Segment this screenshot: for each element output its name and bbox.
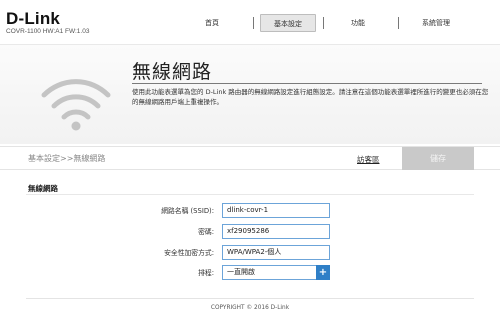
model-info: COVR-1100 HW:A1 FW:1.03 bbox=[6, 28, 90, 35]
section-title: 無線網路 bbox=[28, 184, 58, 193]
schedule-select-value: 一直開啟 bbox=[227, 268, 255, 276]
guest-zone-link[interactable]: 訪客區 bbox=[357, 154, 380, 165]
page-banner: 無線網路 使用此功能表選單為您的 D-Link 路由器的無線網路設定進行組態設定… bbox=[0, 44, 500, 144]
page-title: 無線網路 bbox=[132, 61, 213, 83]
nav-management[interactable]: 系統管理 bbox=[408, 14, 464, 32]
title-divider bbox=[132, 83, 482, 84]
nav-features[interactable]: 功能 bbox=[330, 14, 386, 32]
password-input[interactable]: xf29095286 bbox=[222, 224, 330, 239]
ssid-input[interactable]: dlink-covr-1 bbox=[222, 203, 330, 218]
nav-divider bbox=[253, 17, 254, 29]
security-label: 安全性加密方式: bbox=[164, 249, 214, 257]
schedule-select[interactable]: 一直開啟 + bbox=[222, 265, 330, 280]
security-select-value: WPA/WPA2-個人 bbox=[227, 248, 282, 256]
add-schedule-button[interactable]: + bbox=[316, 265, 330, 280]
header: D-Link COVR-1100 HW:A1 FW:1.03 首頁 基本設定 功… bbox=[0, 0, 500, 44]
nav-basic-settings[interactable]: 基本設定 bbox=[260, 14, 316, 32]
nav-divider bbox=[398, 17, 399, 29]
dlink-logo: D-Link bbox=[6, 9, 61, 28]
footer-divider bbox=[26, 298, 474, 299]
schedule-label: 排程: bbox=[198, 269, 214, 277]
breadcrumb: 基本設定>>無線網路 bbox=[28, 154, 106, 163]
ssid-label: 網路名稱 (SSID): bbox=[161, 207, 214, 215]
breadcrumb-bar: 基本設定>>無線網路 訪客區 儲存 bbox=[0, 146, 500, 170]
password-label: 密碼: bbox=[198, 228, 214, 236]
security-select[interactable]: WPA/WPA2-個人 bbox=[222, 245, 330, 260]
nav-home[interactable]: 首頁 bbox=[184, 14, 240, 32]
copyright-text: COPYRIGHT © 2016 D-Link bbox=[210, 305, 290, 311]
save-button[interactable]: 儲存 bbox=[402, 147, 474, 170]
section-divider bbox=[26, 194, 474, 195]
wifi-icon bbox=[41, 79, 111, 131]
nav-divider bbox=[323, 17, 324, 29]
page-description: 使用此功能表選單為您的 D-Link 路由器的無線網路設定進行組態設定。請注意在… bbox=[132, 88, 489, 106]
